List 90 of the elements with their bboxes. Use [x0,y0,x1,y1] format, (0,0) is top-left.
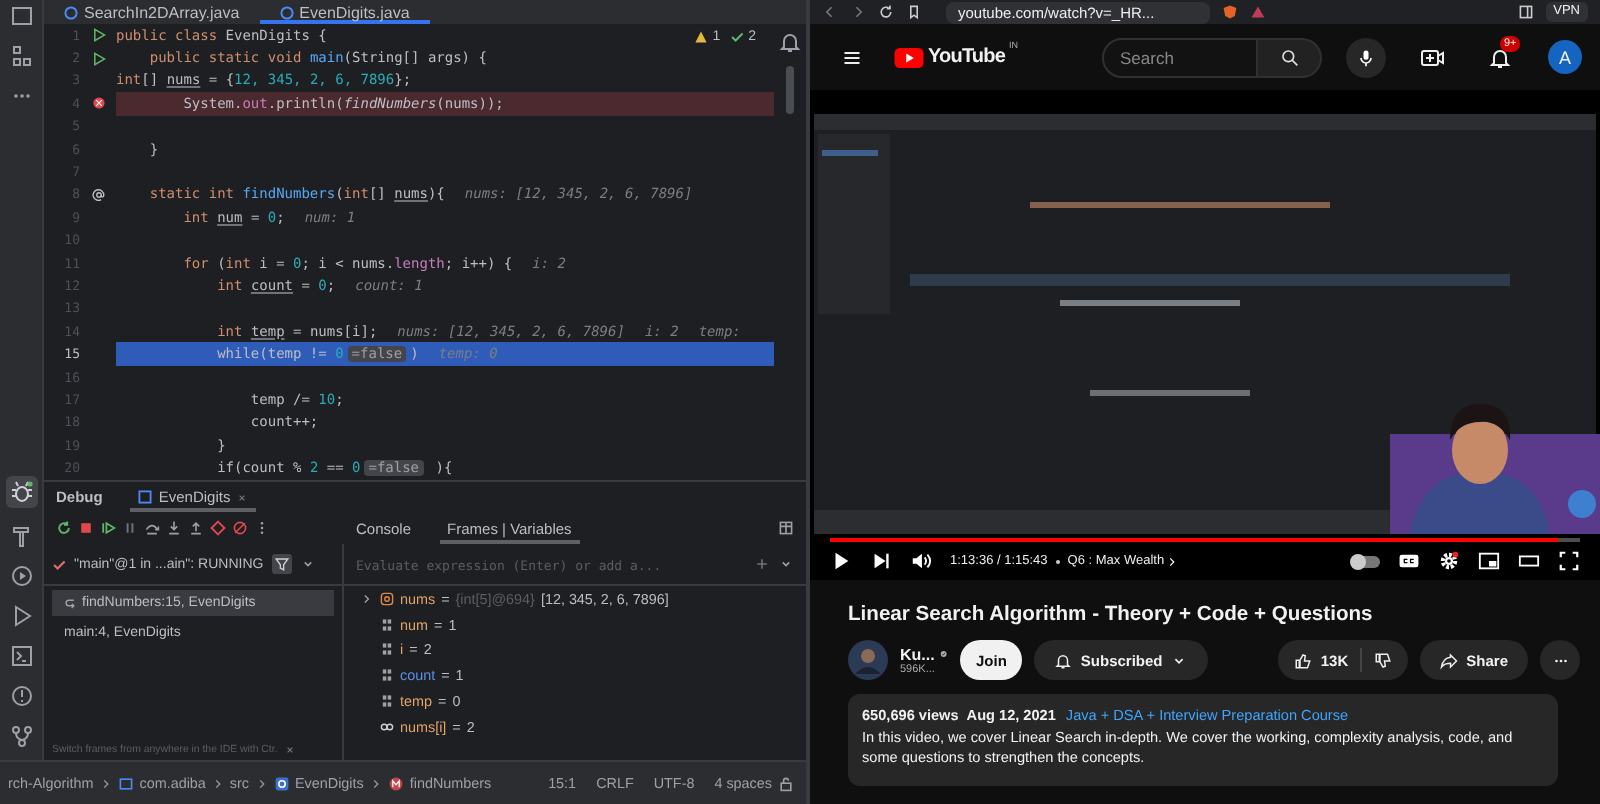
scrollbar[interactable] [786,66,794,114]
method-icon [387,775,404,791]
class-icon [279,5,294,19]
add-watch-icon[interactable] [754,556,770,572]
search-field[interactable]: Search [1102,37,1258,77]
run-icon[interactable] [9,604,33,628]
notifications-icon[interactable] [778,30,802,54]
structure-icon[interactable] [9,44,33,68]
brave-shield-icon[interactable] [1222,4,1238,20]
settings-icon[interactable] [1438,550,1460,572]
notifications-icon[interactable] [1488,45,1512,69]
microphone-icon [1356,47,1376,67]
primitive-icon [380,617,394,632]
primitive-icon [380,668,394,683]
chevron-right-icon [369,777,382,789]
class-icon [64,5,78,19]
run-icon[interactable] [91,28,105,43]
create-icon[interactable] [1420,45,1444,69]
video-title: Linear Search Algorithm - Theory + Code + Questions [848,604,1375,626]
return-arrow-icon [64,596,78,610]
share-arrow-icon [1440,651,1459,669]
sidebar-icon[interactable] [1517,4,1534,20]
description-card[interactable] [848,694,1558,785]
class-icon [273,775,290,791]
step-out-icon[interactable] [188,520,204,536]
watch-icon [380,719,394,734]
forward-icon[interactable] [850,4,866,20]
breakpoint-icon[interactable] [91,96,105,111]
filter-icon[interactable] [271,554,292,574]
at-sign-icon[interactable] [91,187,105,202]
rerun-icon[interactable] [56,520,72,536]
menu-icon[interactable] [842,47,862,67]
search-icon [1279,47,1299,67]
primitive-icon [380,694,394,709]
editor-tab[interactable]: SearchIn2DArray.java [44,0,260,24]
lock-icon[interactable] [778,775,794,791]
check-icon[interactable] [730,30,745,44]
theater-mode-icon[interactable] [1518,550,1540,572]
run-icon[interactable] [91,51,105,66]
services-icon[interactable] [9,564,33,588]
bell-icon [1054,651,1073,669]
git-icon[interactable] [9,724,33,748]
bookmark-icon[interactable] [906,4,922,20]
breakpoints-icon[interactable] [210,520,226,536]
play-icon[interactable] [830,550,852,572]
verified-icon [940,648,948,660]
search-button[interactable] [1258,37,1322,77]
chevron-down-icon[interactable] [778,556,794,572]
close-icon[interactable] [236,491,249,503]
folder-icon[interactable] [9,4,33,28]
reload-icon[interactable] [878,4,894,20]
resume-icon[interactable] [100,520,116,536]
close-icon[interactable] [283,744,296,756]
channel-name[interactable]: Ku... [900,645,935,663]
chevron-right-icon [1166,555,1179,567]
triangle-icon[interactable] [1250,4,1266,20]
terminal-icon[interactable] [9,644,33,668]
layout-icon[interactable] [778,520,794,536]
warning-icon[interactable] [694,30,709,44]
stop-icon[interactable] [78,520,94,536]
check-icon [52,557,66,571]
problems-icon[interactable] [9,684,33,708]
step-over-icon[interactable] [144,520,160,536]
debug-icon[interactable] [5,476,37,508]
hammer-icon[interactable] [9,524,33,548]
thumbs-up-icon [1294,651,1313,669]
miniplayer-icon[interactable] [1478,550,1500,572]
chevron-down-icon[interactable] [299,556,316,572]
chevron-right-icon [99,777,112,789]
pause-icon[interactable] [122,520,138,536]
chevron-right-icon [255,777,268,789]
voice-search-button[interactable] [1346,37,1386,77]
editor-tab[interactable]: EvenDigits.java [259,0,430,24]
primitive-icon [380,642,394,657]
step-into-icon[interactable] [166,520,182,536]
account-avatar[interactable]: A [1548,40,1582,74]
back-icon[interactable] [822,4,838,20]
autoplay-toggle[interactable] [1352,555,1380,567]
next-icon[interactable] [870,550,892,572]
mute-breakpoints-icon[interactable] [232,520,248,536]
youtube-wordmark[interactable]: YouTube [928,46,1005,68]
dislike-icon[interactable] [1374,651,1393,669]
application-icon [138,490,153,504]
array-icon [380,591,394,606]
channel-avatar[interactable] [848,640,888,680]
fullscreen-icon[interactable] [1558,550,1580,572]
chevron-right-icon [211,777,224,789]
package-icon [117,775,134,791]
youtube-logo-icon[interactable] [894,47,924,67]
volume-icon[interactable] [910,550,932,572]
